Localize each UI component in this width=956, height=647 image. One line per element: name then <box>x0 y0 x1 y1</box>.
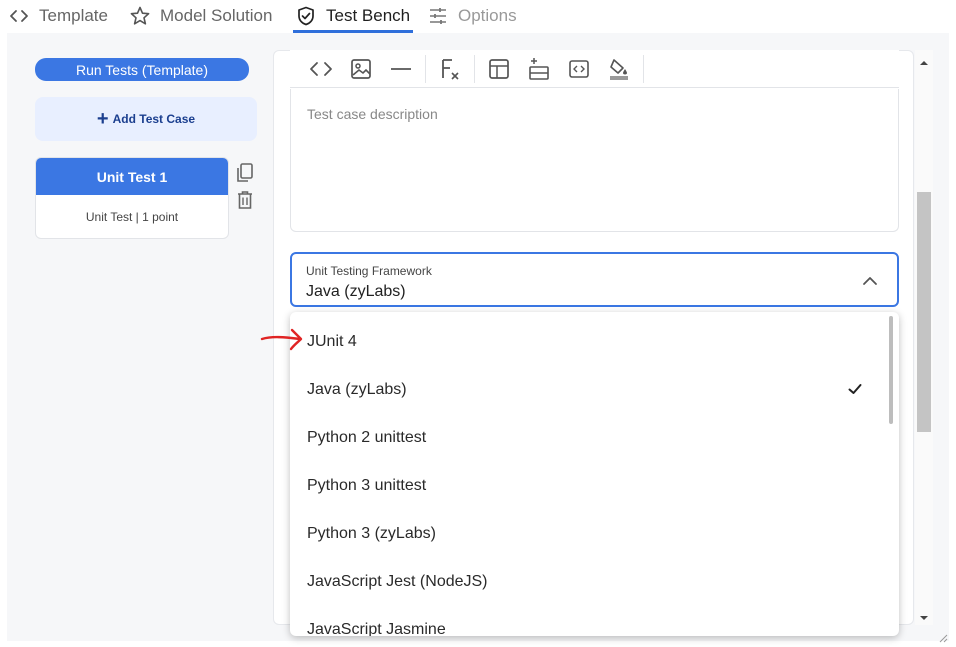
test-case-title: Unit Test 1 <box>36 158 228 195</box>
option-label: Python 3 unittest <box>307 477 427 494</box>
plus-icon: + <box>96 108 109 130</box>
option-java-zylabs[interactable]: Java (zyLabs) <box>290 366 884 414</box>
table-icon[interactable] <box>479 50 519 88</box>
add-test-case-label: Add Test Case <box>112 112 196 126</box>
framework-options-list: JUnit 4 Java (zyLabs) Python 2 unittest … <box>290 312 899 636</box>
option-javascript-jasmine[interactable]: JavaScript Jasmine <box>290 606 884 636</box>
page: Template Model Solution Test Bench Optio… <box>0 0 956 647</box>
tab-template[interactable]: Template <box>8 0 108 32</box>
trash-icon[interactable] <box>234 189 256 211</box>
unit-testing-framework-select[interactable]: Unit Testing Framework Java (zyLabs) <box>290 252 899 307</box>
scroll-down-arrow-icon[interactable] <box>918 610 930 620</box>
option-label: Python 3 (zyLabs) <box>307 525 436 542</box>
tab-test-bench[interactable]: Test Bench <box>295 0 410 32</box>
copy-icon[interactable] <box>234 162 256 184</box>
option-label: JavaScript Jasmine <box>307 621 446 636</box>
test-case-subtitle: Unit Test | 1 point <box>85 210 179 224</box>
resize-handle-icon[interactable] <box>938 630 948 643</box>
code-icon <box>8 5 30 27</box>
option-javascript-jest[interactable]: JavaScript Jest (NodeJS) <box>290 558 884 606</box>
select-value: Java (zyLabs) <box>306 283 406 300</box>
chevron-up-icon <box>861 272 879 290</box>
toolbar-divider <box>643 54 644 83</box>
editor-toolbar <box>290 50 899 88</box>
tab-bar: Template Model Solution Test Bench Optio… <box>0 0 956 33</box>
checkmark-icon <box>846 380 864 398</box>
tab-label: Options <box>458 6 517 25</box>
insert-row-icon[interactable] <box>519 50 559 88</box>
option-python-3-zylabs[interactable]: Python 3 (zyLabs) <box>290 510 884 558</box>
code-block-icon[interactable] <box>559 50 599 88</box>
option-junit-4[interactable]: JUnit 4 <box>290 318 884 366</box>
test-case-description-editor[interactable]: Test case description <box>290 89 899 232</box>
code-format-icon[interactable] <box>301 50 341 88</box>
option-label: JavaScript Jest (NodeJS) <box>307 573 488 590</box>
clear-formatting-icon[interactable] <box>430 50 470 88</box>
red-arrow-annotation-icon <box>258 326 308 352</box>
option-python-3-unittest[interactable]: Python 3 unittest <box>290 462 884 510</box>
shield-check-icon <box>295 5 317 27</box>
option-label: Java (zyLabs) <box>307 381 407 398</box>
tab-options[interactable]: Options <box>427 0 517 32</box>
toolbar-divider <box>425 54 426 83</box>
horizontal-rule-icon[interactable] <box>381 50 421 88</box>
scroll-up-arrow-icon[interactable] <box>918 55 930 65</box>
tab-model-solution[interactable]: Model Solution <box>129 0 272 32</box>
select-label: Unit Testing Framework <box>306 264 432 278</box>
test-case-card[interactable]: Unit Test 1 Unit Test | 1 point <box>35 157 229 239</box>
option-label: Python 2 unittest <box>307 429 427 446</box>
run-tests-button[interactable]: Run Tests (Template) <box>35 58 249 81</box>
option-label: JUnit 4 <box>307 333 357 350</box>
fill-color-icon[interactable] <box>599 50 639 88</box>
description-placeholder: Test case description <box>307 106 438 122</box>
tab-label: Test Bench <box>326 6 411 25</box>
star-icon <box>129 5 151 27</box>
add-test-case-button[interactable]: + Add Test Case <box>35 97 257 141</box>
option-python-2-unittest[interactable]: Python 2 unittest <box>290 414 884 462</box>
toolbar-divider <box>474 54 475 83</box>
dropdown-scrollbar[interactable] <box>889 316 893 424</box>
sliders-icon <box>427 5 449 27</box>
tab-label: Model Solution <box>160 6 273 25</box>
image-icon[interactable] <box>341 50 381 88</box>
panel-scrollbar-thumb[interactable] <box>917 192 931 432</box>
tab-label: Template <box>39 6 108 25</box>
